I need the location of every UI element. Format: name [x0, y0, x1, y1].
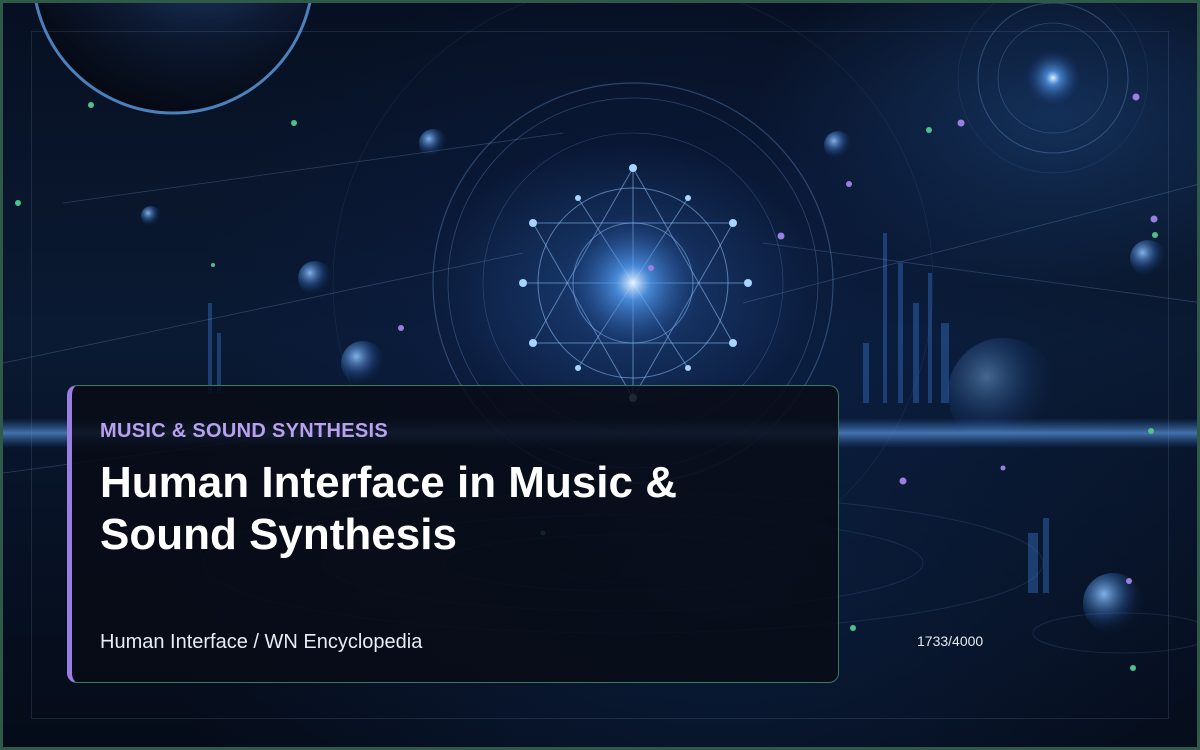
planet-icon [34, 3, 312, 115]
slide-counter: 1733/4000 [917, 633, 984, 649]
page-title: Human Interface in Music & Sound Synthes… [100, 458, 678, 559]
title-card: MUSIC & SOUND SYNTHESIS Human Interface … [67, 385, 839, 683]
ring-glow [1025, 50, 1081, 106]
byline: Human Interface / WN Encyclopedia [100, 631, 423, 653]
core-glow [563, 213, 703, 353]
category-label: MUSIC & SOUND SYNTHESIS [100, 420, 389, 442]
slide-frame: MUSIC & SOUND SYNTHESIS Human Interface … [0, 0, 1200, 750]
